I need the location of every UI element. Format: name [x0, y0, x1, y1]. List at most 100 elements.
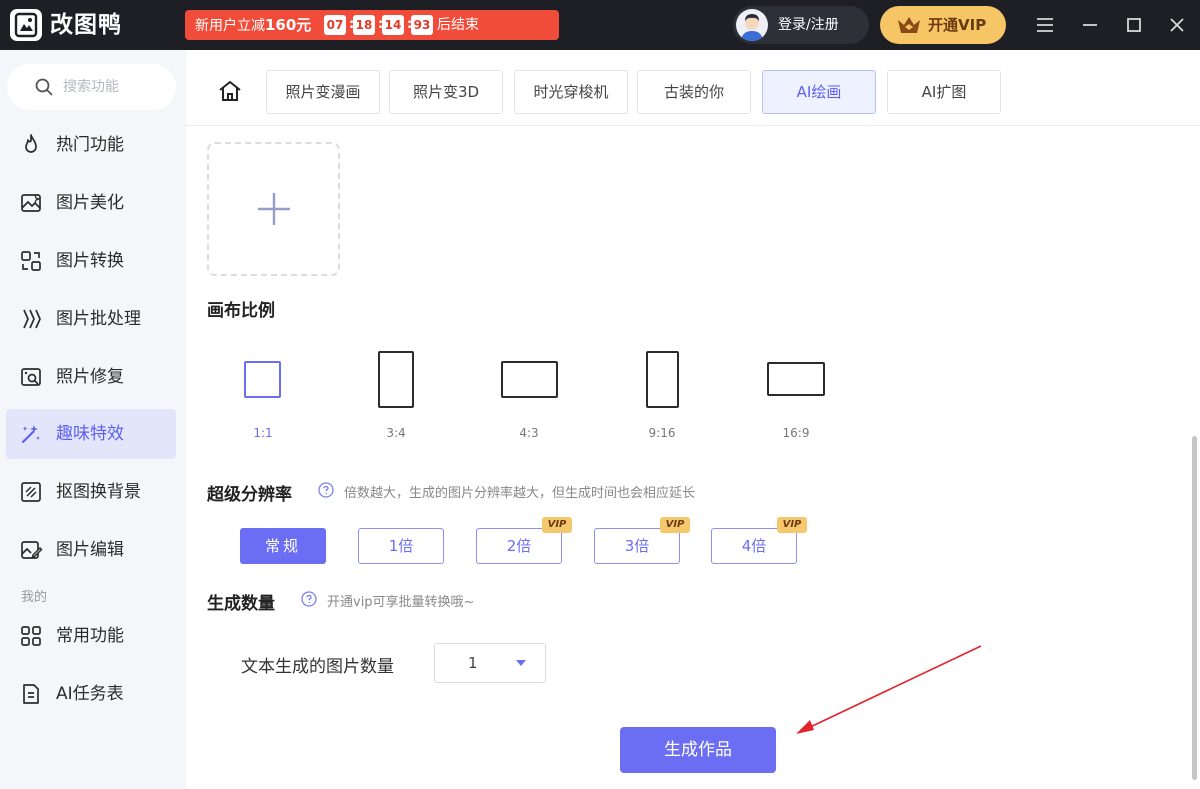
tab-ancient-costume[interactable]: 古装的你 — [637, 70, 751, 114]
help-icon[interactable] — [301, 591, 317, 607]
sidebar-item-label: 抠图换背景 — [56, 467, 141, 517]
ratio-shape — [501, 361, 558, 398]
promo-suffix: 后结束 — [437, 10, 479, 40]
vip-label: 开通VIP — [928, 6, 986, 44]
ratio-shape — [244, 361, 281, 398]
countdown-hours: 07 — [324, 15, 346, 35]
image-count-label: 文本生成的图片数量 — [241, 652, 394, 677]
sidebar-item-label: 图片美化 — [56, 178, 124, 228]
vip-badge: VIP — [542, 517, 572, 533]
countdown-minutes: 18 — [353, 15, 375, 35]
ratio-option-16-9[interactable]: 16:9 — [766, 346, 826, 446]
count-hint: 开通vip可享批量转换哦~ — [327, 591, 474, 610]
resolution-4x-button[interactable]: 4倍VIP — [711, 528, 797, 564]
open-vip-button[interactable]: 开通VIP — [880, 6, 1006, 44]
resolution-2x-button[interactable]: 2倍VIP — [476, 528, 562, 564]
cutout-icon — [19, 480, 43, 504]
sidebar-item-label: 图片转换 — [56, 236, 124, 286]
sidebar-item-fun-effects[interactable]: 趣味特效 — [6, 409, 176, 459]
tab-photo-to-comic[interactable]: 照片变漫画 — [266, 70, 380, 114]
ratio-option-9-16[interactable]: 9:16 — [632, 346, 692, 446]
title-bar: 改图鸭 新用户立减160元 07 : 18 : 14 : 93 后结束 登录/注… — [0, 0, 1200, 50]
close-icon[interactable] — [1163, 11, 1191, 39]
ratio-shape — [767, 362, 825, 396]
minimize-icon[interactable] — [1076, 11, 1104, 39]
sidebar-item-common[interactable]: 常用功能 — [6, 611, 176, 661]
vip-badge: VIP — [777, 517, 807, 533]
avatar — [736, 9, 768, 41]
home-icon[interactable] — [218, 80, 242, 102]
countdown-ms: 93 — [411, 15, 433, 35]
ratio-label: 9:16 — [632, 426, 692, 440]
sidebar-item-label: 图片批处理 — [56, 294, 141, 344]
search-input[interactable] — [63, 72, 163, 102]
ratio-option-4-3[interactable]: 4:3 — [499, 346, 559, 446]
photo-repair-icon — [19, 365, 43, 389]
image-edit-icon — [19, 538, 43, 562]
section-mine-label: 我的 — [21, 586, 47, 605]
resolution-normal-button[interactable]: 常规 — [240, 528, 326, 564]
convert-icon — [19, 249, 43, 273]
canvas-ratio-title: 画布比例 — [207, 296, 275, 321]
help-icon[interactable] — [318, 482, 334, 498]
sidebar-item-label: 趣味特效 — [56, 409, 124, 459]
sidebar-item-cutout[interactable]: 抠图换背景 — [6, 467, 176, 517]
crown-icon — [896, 15, 922, 35]
sidebar-item-ai-tasks[interactable]: AI任务表 — [6, 669, 176, 719]
scrollbar[interactable] — [1189, 126, 1200, 789]
app-name: 改图鸭 — [50, 9, 122, 41]
search-box[interactable] — [7, 64, 176, 110]
generate-count-title: 生成数量 — [207, 589, 275, 614]
sidebar-item-beautify[interactable]: 图片美化 — [6, 178, 176, 228]
app-logo-icon — [10, 9, 42, 41]
image-beautify-icon — [19, 191, 43, 215]
sidebar-item-edit[interactable]: 图片编辑 — [6, 525, 176, 575]
ratio-shape — [646, 351, 679, 408]
sidebar-item-label: 热门功能 — [56, 120, 124, 170]
super-resolution-title: 超级分辨率 — [207, 480, 292, 505]
chevron-down-icon — [515, 659, 527, 667]
generate-button[interactable]: 生成作品 — [620, 727, 776, 773]
resolution-1x-button[interactable]: 1倍 — [358, 528, 444, 564]
sidebar-item-label: 图片编辑 — [56, 525, 124, 575]
task-list-icon — [19, 682, 43, 706]
sidebar: 热门功能 图片美化 图片转换 图片批处理 照片修复 — [0, 50, 186, 789]
ratio-label: 4:3 — [499, 426, 559, 440]
promo-banner[interactable]: 新用户立减160元 07 : 18 : 14 : 93 后结束 — [185, 10, 559, 40]
plus-icon — [254, 189, 294, 229]
sidebar-item-label: 照片修复 — [56, 352, 124, 402]
resolution-3x-button[interactable]: 3倍VIP — [594, 528, 680, 564]
upload-image-button[interactable] — [207, 142, 340, 276]
ratio-shape — [378, 351, 414, 408]
login-label: 登录/注册 — [778, 6, 839, 44]
promo-text: 新用户立减160元 — [195, 10, 311, 40]
login-button[interactable]: 登录/注册 — [733, 6, 869, 44]
maximize-icon[interactable] — [1120, 11, 1148, 39]
ratio-option-1-1[interactable]: 1:1 — [233, 346, 293, 446]
menu-icon[interactable] — [1031, 11, 1059, 39]
sidebar-item-repair[interactable]: 照片修复 — [6, 352, 176, 402]
sidebar-item-hot[interactable]: 热门功能 — [6, 120, 176, 170]
scrollbar-thumb[interactable] — [1192, 436, 1197, 780]
tab-bar: 照片变漫画 照片变3D 时光穿梭机 古装的你 AI绘画 AI扩图 — [186, 50, 1200, 126]
countdown-seconds: 14 — [382, 15, 404, 35]
annotation-arrow-icon — [786, 640, 996, 740]
tab-ai-painting[interactable]: AI绘画 — [762, 70, 876, 114]
tab-ai-expand[interactable]: AI扩图 — [887, 70, 1001, 114]
sidebar-item-convert[interactable]: 图片转换 — [6, 236, 176, 286]
tab-photo-to-3d[interactable]: 照片变3D — [389, 70, 503, 114]
fire-icon — [19, 133, 43, 157]
image-count-select[interactable]: 1 — [434, 643, 546, 683]
sidebar-item-label: AI任务表 — [56, 669, 124, 719]
grid-icon — [19, 624, 43, 648]
vip-badge: VIP — [660, 517, 690, 533]
search-icon — [35, 78, 53, 96]
sidebar-item-batch[interactable]: 图片批处理 — [6, 294, 176, 344]
image-count-value: 1 — [468, 644, 478, 682]
ratio-option-3-4[interactable]: 3:4 — [366, 346, 426, 446]
ratio-label: 16:9 — [766, 426, 826, 440]
resolution-hint: 倍数越大，生成的图片分辨率越大，但生成时间也会相应延长 — [344, 482, 695, 501]
ratio-label: 1:1 — [233, 426, 293, 440]
ratio-label: 3:4 — [366, 426, 426, 440]
tab-time-machine[interactable]: 时光穿梭机 — [514, 70, 628, 114]
